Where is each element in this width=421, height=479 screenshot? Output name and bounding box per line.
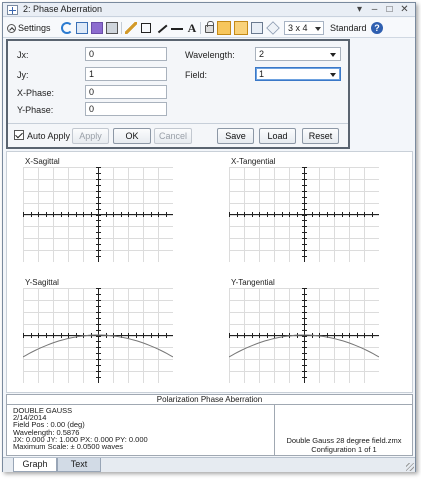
xphase-label: X-Phase: xyxy=(17,88,55,98)
layers-icon[interactable] xyxy=(266,21,280,35)
refresh-icon[interactable] xyxy=(61,22,73,34)
tab-graph[interactable]: Graph xyxy=(13,458,57,472)
field-label: Field: xyxy=(185,70,208,80)
reset-button[interactable]: Reset xyxy=(302,128,339,144)
lock-icon[interactable] xyxy=(205,21,214,33)
toolbar-divider xyxy=(121,22,122,34)
field-select[interactable]: 1 xyxy=(255,67,341,81)
jx-input[interactable]: 0 xyxy=(85,47,167,61)
save-icon[interactable] xyxy=(91,22,103,34)
arrow-icon[interactable] xyxy=(156,22,168,34)
plot-title-x-tangential: X-Tangential xyxy=(231,157,276,166)
tab-text[interactable]: Text xyxy=(57,458,101,472)
load-button[interactable]: Load xyxy=(259,128,296,144)
chevron-down-icon xyxy=(330,73,336,77)
auto-apply-label: Auto Apply xyxy=(27,131,71,141)
window-controls: ▾ – □ ✕ xyxy=(355,3,409,16)
plot-y-sagittal xyxy=(23,288,173,383)
layout-value: 3 x 4 xyxy=(288,23,308,33)
plot-title-y-tangential: Y-Tangential xyxy=(231,278,275,287)
ok-button[interactable]: OK xyxy=(113,128,151,144)
toolbar: Settings A 3 x 4 Standard ? xyxy=(3,18,415,45)
settings-label: Settings xyxy=(18,23,51,33)
close-button[interactable]: ✕ xyxy=(400,3,409,16)
title-bar: 2: Phase Aberration ▾ – □ ✕ xyxy=(3,3,415,17)
plot-x-tangential-svg xyxy=(229,167,379,262)
footer-file-info: Double Gauss 28 degree field.zmx Configu… xyxy=(275,405,413,456)
jy-label: Jy: xyxy=(17,70,29,80)
help-icon[interactable]: ? xyxy=(371,22,383,34)
standard-dropdown[interactable]: Standard xyxy=(330,21,370,45)
text-icon[interactable]: A xyxy=(186,22,198,34)
xphase-input[interactable]: 0 xyxy=(85,85,167,99)
plot-x-sagittal-svg xyxy=(23,167,173,262)
footer-line: Maximum Scale: ± 0.0500 waves xyxy=(13,442,123,452)
save-button[interactable]: Save xyxy=(217,128,254,144)
plot-title-x-sagittal: X-Sagittal xyxy=(25,157,60,166)
maximize-button[interactable]: □ xyxy=(385,3,394,16)
jx-label: Jx: xyxy=(17,50,29,60)
resize-grip-icon[interactable] xyxy=(406,463,414,471)
layout-grid-icon[interactable] xyxy=(234,21,248,35)
pencil-icon[interactable] xyxy=(125,22,137,34)
plot-y-sagittal-svg xyxy=(23,288,173,383)
plot-footer: Polarization Phase Aberration DOUBLE GAU… xyxy=(6,394,413,456)
plot-y-tangential xyxy=(229,288,379,383)
rectangle-icon[interactable] xyxy=(141,23,151,33)
footer-info: DOUBLE GAUSS 2/14/2014 Field Pos : 0.00 … xyxy=(7,405,275,456)
toolbar-divider xyxy=(200,22,201,34)
settings-button[interactable]: Settings xyxy=(7,21,57,35)
print-icon[interactable] xyxy=(106,22,118,34)
graph-area: X-Sagittal X-Tangential Y-Sagittal Y-Tan… xyxy=(6,151,413,393)
app-icon xyxy=(7,5,18,15)
copy-icon[interactable] xyxy=(76,22,88,34)
apply-button[interactable]: Apply xyxy=(72,128,109,144)
minimize-button[interactable]: – xyxy=(370,3,379,16)
line-icon[interactable] xyxy=(171,22,183,34)
chevron-down-icon xyxy=(315,27,321,31)
collapse-chevron-icon xyxy=(7,23,16,33)
plot-title-y-sagittal: Y-Sagittal xyxy=(25,278,59,287)
jy-input[interactable]: 1 xyxy=(85,67,167,81)
field-value: 1 xyxy=(259,69,265,79)
footer-configuration: Configuration 1 of 1 xyxy=(311,445,377,454)
analysis-window: 2: Phase Aberration ▾ – □ ✕ Settings A 3… xyxy=(2,2,416,472)
wavelength-value: 2 xyxy=(259,49,265,59)
plot-x-tangential xyxy=(229,167,379,262)
settings-divider xyxy=(8,123,348,124)
yphase-input[interactable]: 0 xyxy=(85,102,167,116)
settings-panel: Jx: 0 Jy: 1 X-Phase: 0 Y-Phase: 0 Wavele… xyxy=(6,39,350,149)
plot-x-sagittal xyxy=(23,167,173,262)
hold-data-icon[interactable] xyxy=(217,21,231,35)
plot-y-tangential-svg xyxy=(229,288,379,383)
wavelength-select[interactable]: 2 xyxy=(255,47,341,61)
window-title: 2: Phase Aberration xyxy=(23,4,103,14)
wavelength-label: Wavelength: xyxy=(185,50,235,60)
menu-chevron-icon[interactable]: ▾ xyxy=(355,3,364,16)
chevron-down-icon xyxy=(330,53,336,57)
cancel-button[interactable]: Cancel xyxy=(154,128,192,144)
yphase-label: Y-Phase: xyxy=(17,105,54,115)
footer-filename: Double Gauss 28 degree field.zmx xyxy=(286,436,402,445)
auto-apply-checkbox[interactable] xyxy=(14,130,24,140)
window-icon[interactable] xyxy=(251,22,263,34)
tab-bar: Graph Text xyxy=(3,457,415,472)
standard-label: Standard xyxy=(330,23,367,33)
footer-title: Polarization Phase Aberration xyxy=(7,395,412,405)
footer-line: DOUBLE GAUSS xyxy=(13,406,73,415)
layout-dropdown[interactable]: 3 x 4 xyxy=(284,21,324,35)
